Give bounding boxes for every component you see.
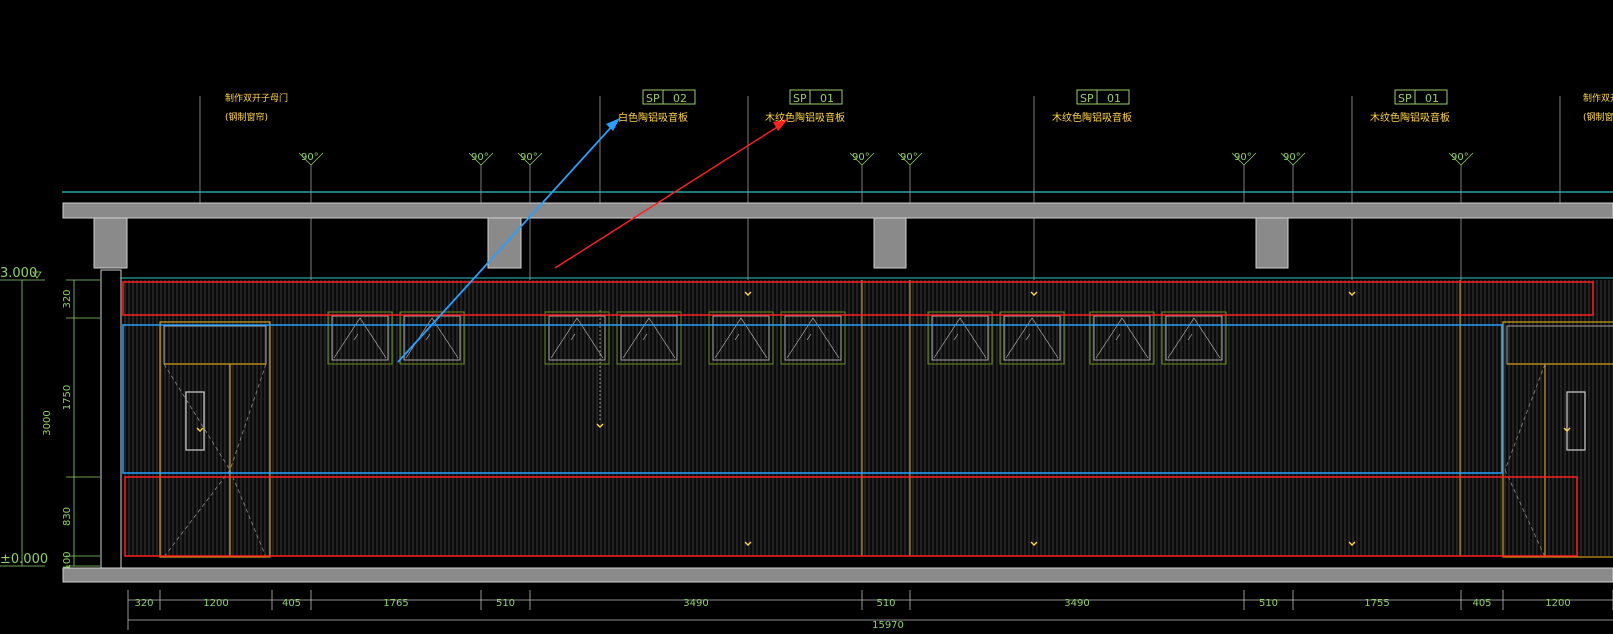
material-label: 木纹色陶铝吸音板 xyxy=(1052,111,1132,124)
angle-mark-4: 90° xyxy=(849,152,875,166)
vdim-3: 830 xyxy=(62,507,73,526)
acoustic-panel-field xyxy=(120,280,1613,556)
vdim-2: 1750 xyxy=(62,385,73,410)
tag-number: 02 xyxy=(673,92,687,105)
level-top: 3.000 xyxy=(0,266,37,281)
hdim-8: 3490 xyxy=(1064,598,1089,609)
annotation-layer: 制作双开子母门 (钢制窗帘) SP 02 白色陶铝吸音板 SP 01 木纹色陶铝吸音板 SP 01… xyxy=(225,89,1613,124)
angle-label: 90° xyxy=(1451,152,1469,163)
hdim-11: 405 xyxy=(1472,598,1491,609)
angle-mark-1: 90° xyxy=(298,152,324,166)
tag-code: SP xyxy=(1080,92,1094,105)
note-line-1: 制作双开子母门 xyxy=(225,92,288,104)
angle-mark-8: 90° xyxy=(1448,152,1474,166)
angle-label: 90° xyxy=(1283,152,1301,163)
angle-label: 90° xyxy=(471,152,489,163)
angle-mark-6: 90° xyxy=(1231,152,1257,166)
tag-code: SP xyxy=(646,92,660,105)
note-line-2: (钢制窗帘) xyxy=(225,111,268,123)
vdim-total: 3000 xyxy=(42,410,53,435)
tag-code: SP xyxy=(793,92,807,105)
material-label: 木纹色陶铝吸音板 xyxy=(765,111,845,124)
column-stub-4 xyxy=(1255,217,1289,269)
hdim-6: 3490 xyxy=(683,598,708,609)
material-label: 木纹色陶铝吸音板 xyxy=(1370,111,1450,124)
vdim-1: 320 xyxy=(62,289,73,308)
ceiling-beam xyxy=(62,202,1613,219)
annotation-sp02: SP 02 白色陶铝吸音板 xyxy=(618,89,696,124)
column-stub-1 xyxy=(93,217,128,269)
angle-mark-3: 90° xyxy=(517,152,543,166)
angle-label: 90° xyxy=(301,152,319,163)
tag-number: 01 xyxy=(820,92,834,105)
annotation-sp01-a: SP 01 木纹色陶铝吸音板 xyxy=(765,89,845,124)
annotation-door-left: 制作双开子母门 (钢制窗帘) xyxy=(225,92,288,123)
hdim-7: 510 xyxy=(876,598,895,609)
hdim-9: 510 xyxy=(1259,598,1278,609)
column-stub-2 xyxy=(487,217,522,269)
angle-mark-5: 90° xyxy=(897,152,923,166)
annotation-door-right: 制作双开 (钢制窗帘 xyxy=(1583,92,1613,123)
hdim-2: 1200 xyxy=(203,598,228,609)
angle-mark-7: 90° xyxy=(1280,152,1306,166)
tag-number: 01 xyxy=(1425,92,1439,105)
cad-elevation-drawing: 制作双开子母门 (钢制窗帘) SP 02 白色陶铝吸音板 SP 01 木纹色陶铝吸音板 SP 01… xyxy=(0,0,1613,631)
hdim-12: 1200 xyxy=(1545,598,1570,609)
level-bottom: ±0.000 xyxy=(0,552,48,567)
angle-label: 90° xyxy=(520,152,538,163)
angle-label: 90° xyxy=(900,152,918,163)
annotation-sp01-b: SP 01 木纹色陶铝吸音板 xyxy=(1052,89,1132,124)
material-label: 白色陶铝吸音板 xyxy=(618,111,688,124)
tag-number: 01 xyxy=(1107,92,1121,105)
horizontal-dimensions: 320 1200 405 1765 510 3490 510 3490 510 1755 405 12… xyxy=(127,590,1613,631)
floor-slab xyxy=(62,567,1613,583)
angle-label: 90° xyxy=(1234,152,1252,163)
note-line-2: (钢制窗帘 xyxy=(1583,111,1613,123)
hdim-3: 405 xyxy=(282,598,301,609)
hdim-1: 320 xyxy=(134,598,153,609)
vertical-dimensions: 320 1750 830 100 3000 xyxy=(21,279,100,571)
level-marks: 3.000 ±0.000 xyxy=(0,266,48,567)
angle-label: 90° xyxy=(852,152,870,163)
annotation-sp01-c: SP 01 木纹色陶铝吸音板 xyxy=(1370,89,1450,124)
vdim-4: 100 xyxy=(62,551,73,570)
column-stub-3 xyxy=(873,217,907,269)
elevation-canvas: 制作双开子母门 (钢制窗帘) SP 02 白色陶铝吸音板 SP 01 木纹色陶铝吸音板 SP 01… xyxy=(0,89,1613,631)
tag-code: SP xyxy=(1398,92,1412,105)
hdim-total: 15970 xyxy=(872,620,904,630)
left-wall-post xyxy=(100,269,122,569)
hdim-4: 1765 xyxy=(383,598,408,609)
angle-marks: 90° 90° 90° 90° 90° 90° 90° 90° xyxy=(298,152,1474,166)
hdim-10: 1755 xyxy=(1364,598,1389,609)
hdim-5: 510 xyxy=(496,598,515,609)
note-line-1: 制作双开 xyxy=(1583,92,1613,104)
angle-mark-2: 90° xyxy=(468,152,494,166)
